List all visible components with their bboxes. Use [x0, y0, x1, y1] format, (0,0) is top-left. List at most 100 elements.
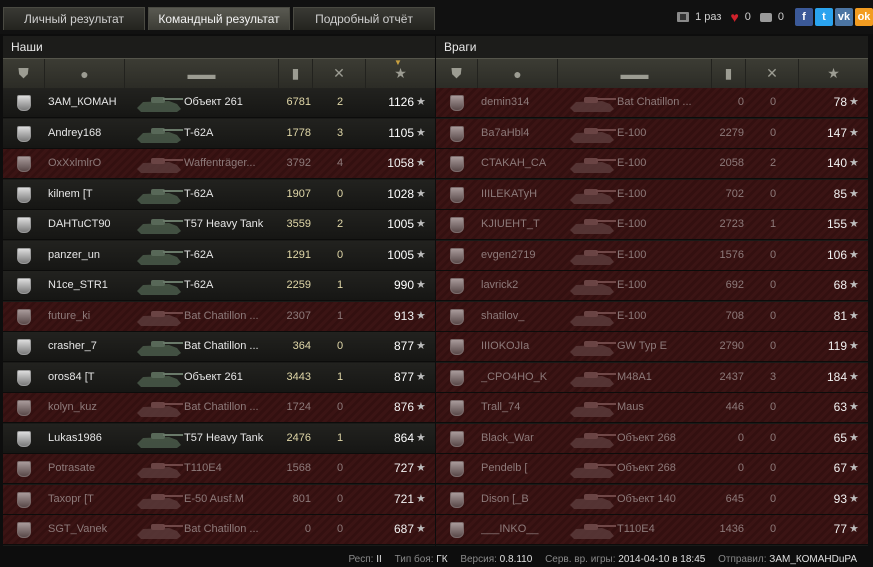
odnoklassniki-icon[interactable]: ok: [855, 8, 873, 26]
tank-icon: [570, 127, 616, 143]
vehicle-name: GW Typ E: [617, 340, 667, 352]
player-row[interactable]: OxXxlmlrO Waffenträger... 3792 4 1058 ★: [3, 149, 435, 179]
player-row[interactable]: Lukas1986 T57 Heavy Tank 2476 1 864 ★: [3, 423, 435, 454]
player-row[interactable]: future_ki Bat Chatillon ... 2307 1 913 ★: [3, 301, 435, 332]
score-value: 78: [833, 95, 847, 109]
tank-icon: [137, 97, 183, 112]
player-row[interactable]: evgen2719 E-100 1576 0 106 ★: [436, 240, 868, 271]
score-value: 721: [393, 491, 414, 506]
player-row[interactable]: kolyn_kuz Bat Chatillon ... 1724 0 876 ★: [3, 393, 435, 423]
column-badge[interactable]: ⛊: [436, 59, 478, 88]
vehicle-name: E-100: [617, 248, 647, 261]
heart-icon: ♥: [730, 9, 739, 25]
tank-icon: [570, 280, 616, 295]
tank-icon: [570, 371, 616, 387]
player-row[interactable]: Dison [_B Объект 140 645 0 93 ★: [436, 484, 868, 515]
copies-counter[interactable]: 1 раз: [677, 11, 721, 23]
vehicle-name: E-100: [617, 157, 647, 169]
column-player[interactable]: ●: [478, 59, 558, 88]
column-kills[interactable]: ✕: [313, 59, 366, 88]
vk-icon[interactable]: vk: [835, 8, 853, 26]
damage-value: 0: [737, 431, 744, 444]
tab-team-result[interactable]: Командный результат: [148, 7, 290, 30]
player-row[interactable]: SGT_Vanek Bat Chatillon ... 0 0 687 ★: [3, 515, 435, 545]
star-icon: ★: [849, 340, 859, 352]
player-row[interactable]: ___INKO__ T110E4 1436 0 77 ★: [436, 515, 868, 545]
vehicle-name: E-100: [617, 279, 647, 291]
damage-value: 801: [292, 492, 311, 505]
player-row[interactable]: crasher_7 Bat Chatillon ... 364 0 877 ★: [3, 332, 435, 362]
player-row[interactable]: Andrey168 T-62A 1778 3 1105 ★: [3, 118, 435, 149]
kills-value: 0: [336, 187, 344, 200]
column-score[interactable]: ★: [799, 59, 868, 88]
star-icon: ★: [416, 279, 426, 291]
star-icon: ★: [416, 218, 426, 230]
tank-icon: [137, 188, 183, 204]
rank-badge-icon: [450, 216, 464, 233]
column-tank[interactable]: ▬▬: [558, 59, 712, 88]
player-row[interactable]: oros84 [T Объект 261 3443 1 877 ★: [3, 362, 435, 393]
tank-icon: ▬▬: [620, 65, 649, 82]
player-row[interactable]: N1ce_STR1 T-62A 2259 1 990 ★: [3, 271, 435, 301]
damage-value: 3792: [286, 157, 311, 169]
column-kills[interactable]: ✕: [746, 59, 799, 88]
column-badge[interactable]: ⛊: [3, 59, 45, 88]
kills-value: 0: [336, 401, 344, 413]
player-row[interactable]: Pendelb [Объект 268 0 0 67 ★: [436, 454, 868, 484]
facebook-icon[interactable]: f: [795, 8, 813, 26]
vehicle-name: E-50 Ausf.M: [184, 492, 244, 505]
player-row[interactable]: panzer_un T-62A 1291 0 1005 ★: [3, 240, 435, 271]
player-row[interactable]: Black_War Объект 268 0 0 65 ★: [436, 423, 868, 454]
vehicle-name: Bat Chatillon ...: [184, 401, 259, 413]
vehicle-name: Объект 261: [184, 370, 243, 383]
rank-badge-icon: [17, 155, 31, 172]
player-row[interactable]: ЗАМ_КОМАН Объект 261 6781 2 1126 ★: [3, 88, 435, 118]
kills-value: 0: [336, 462, 344, 474]
column-damage[interactable]: ▮: [279, 59, 313, 88]
player-row[interactable]: Ba7aHbl4 E-100 2279 0 147 ★: [436, 118, 868, 149]
score-value: 184: [826, 369, 847, 384]
score-value: 1028: [387, 186, 414, 201]
player-row[interactable]: demin314 Bat Chatillon ... 0 0 78 ★: [436, 88, 868, 118]
star-icon: ★: [849, 523, 859, 535]
rank-badge-icon: [450, 491, 464, 508]
twitter-icon[interactable]: t: [815, 8, 833, 26]
tab-personal-result[interactable]: Личный результат: [3, 7, 145, 30]
kills-value: 0: [769, 248, 777, 261]
damage-value: 3443: [286, 370, 311, 383]
player-row[interactable]: KJIUEHT_T E-100 2723 1 155 ★: [436, 210, 868, 240]
player-row[interactable]: _CPO4HO_K M48A1 2437 3 184 ★: [436, 362, 868, 393]
column-tank[interactable]: ▬▬: [125, 59, 279, 88]
player-row[interactable]: Trall_74 Maus 446 0 63 ★: [436, 393, 868, 423]
column-damage[interactable]: ▮: [712, 59, 746, 88]
player-row[interactable]: CTAKAH_CA E-100 2058 2 140 ★: [436, 149, 868, 179]
score-value: 63: [833, 400, 847, 414]
column-score[interactable]: ▼ ★: [366, 58, 435, 88]
player-row[interactable]: IIIOKOJIa GW Typ E 2790 0 119 ★: [436, 332, 868, 362]
comments-counter[interactable]: 0: [759, 11, 784, 23]
star-icon: ★: [416, 492, 426, 505]
score-value: 93: [833, 491, 847, 506]
kills-value: 0: [769, 340, 777, 352]
player-row[interactable]: lavrick2 E-100 692 0 68 ★: [436, 271, 868, 301]
player-row[interactable]: DAHTuCT90 T57 Heavy Tank 3559 2 1005 ★: [3, 210, 435, 240]
player-row[interactable]: Potrasate T110E4 1568 0 727 ★: [3, 454, 435, 484]
tank-icon: [570, 97, 616, 112]
star-icon: ★: [849, 248, 859, 261]
vehicle-name: Объект 268: [617, 462, 676, 474]
player-row[interactable]: kilnem [T T-62A 1907 0 1028 ★: [3, 179, 435, 210]
vehicle-name: Объект 261: [184, 96, 243, 108]
likes-counter[interactable]: ♥ 0: [730, 10, 750, 24]
player-row[interactable]: shatilov_ E-100 708 0 81 ★: [436, 301, 868, 332]
vehicle-name: T-62A: [184, 126, 214, 139]
player-row[interactable]: IIILEKATyH E-100 702 0 85 ★: [436, 179, 868, 210]
tank-icon: [137, 463, 183, 478]
player-row[interactable]: Taxopr [T E-50 Ausf.M 801 0 721 ★: [3, 484, 435, 515]
kills-value: 2: [336, 96, 344, 108]
tank-icon: [570, 493, 616, 509]
rank-badge-icon: [17, 94, 31, 111]
column-player[interactable]: ●: [45, 59, 125, 88]
tab-detailed-report[interactable]: Подробный отчёт: [293, 7, 435, 30]
rank-badge-icon: [17, 308, 31, 325]
star-icon: ★: [849, 187, 859, 200]
